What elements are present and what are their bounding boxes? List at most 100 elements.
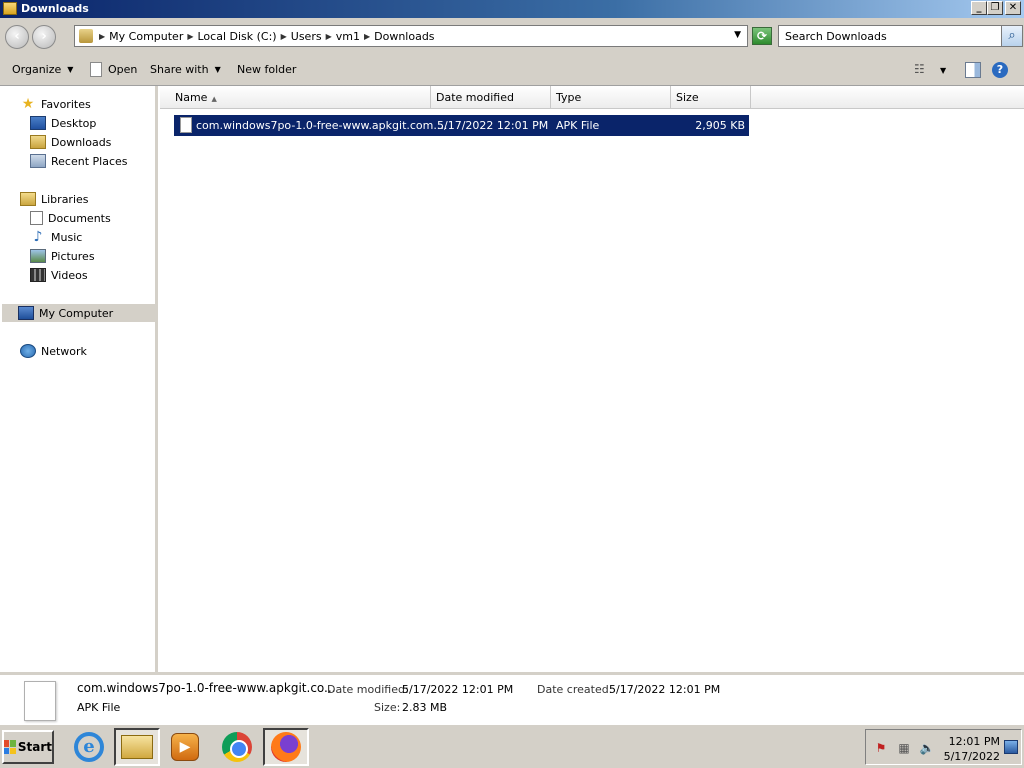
star-icon: ★ bbox=[21, 96, 35, 112]
view-caret-icon[interactable]: ▼ bbox=[940, 66, 956, 82]
action-center-flag-icon[interactable]: ⚑ bbox=[873, 741, 889, 755]
details-date-created-value: 5/17/2022 12:01 PM bbox=[609, 683, 721, 696]
nav-desktop-label: Desktop bbox=[51, 116, 97, 130]
column-header: Name ▲ Date modified Type Size bbox=[160, 86, 1024, 109]
nav-videos[interactable]: Videos bbox=[30, 266, 88, 284]
network-tray-icon[interactable]: ▦ bbox=[896, 741, 912, 755]
pictures-icon bbox=[30, 249, 46, 263]
nav-music-label: Music bbox=[51, 230, 83, 244]
back-button[interactable]: ‹ bbox=[5, 25, 29, 49]
start-button[interactable]: Start bbox=[2, 730, 54, 764]
navigation-pane: ★ Favorites Desktop Downloads Recent Pla… bbox=[0, 86, 158, 672]
breadcrumb-downloads[interactable]: Downloads bbox=[374, 30, 434, 43]
downloads-folder-icon bbox=[79, 29, 93, 43]
command-bar: Organize ▼ Open Share with ▼ New folder … bbox=[0, 54, 1024, 86]
search-icon[interactable]: ⌕ bbox=[1001, 25, 1023, 47]
nav-libraries[interactable]: Libraries bbox=[20, 190, 89, 208]
table-row[interactable]: com.windows7po-1.0-free-www.apkgit.com..… bbox=[174, 115, 749, 136]
minimize-button[interactable]: _ bbox=[971, 1, 987, 15]
breadcrumb: ▶ My Computer ▶ Local Disk (C:) ▶ Users … bbox=[99, 30, 435, 43]
windows-explorer-button[interactable] bbox=[114, 728, 160, 766]
column-type[interactable]: Type bbox=[551, 86, 671, 108]
firefox-button[interactable] bbox=[263, 728, 309, 766]
nav-desktop[interactable]: Desktop bbox=[30, 114, 96, 132]
address-dropdown-icon[interactable]: ▼ bbox=[734, 30, 741, 40]
column-size[interactable]: Size bbox=[671, 86, 751, 108]
nav-network[interactable]: Network bbox=[20, 342, 87, 360]
chevron-right-icon[interactable]: ▶ bbox=[281, 32, 287, 41]
show-desktop-icon[interactable] bbox=[1004, 740, 1018, 754]
nav-music[interactable]: ♪ Music bbox=[30, 228, 83, 246]
internet-explorer-icon: e bbox=[74, 732, 104, 762]
documents-icon bbox=[30, 211, 43, 225]
nav-downloads[interactable]: Downloads bbox=[30, 133, 111, 151]
details-size-value: 2.83 MB bbox=[402, 701, 448, 714]
file-type: APK File bbox=[556, 119, 600, 132]
volume-icon[interactable]: 🔈 bbox=[919, 741, 935, 755]
new-folder-button[interactable]: New folder bbox=[237, 63, 296, 76]
nav-pictures-label: Pictures bbox=[51, 249, 95, 263]
share-with-label: Share with bbox=[150, 63, 209, 76]
file-name: com.windows7po-1.0-free-www.apkgit.com..… bbox=[196, 119, 448, 132]
windows-explorer-icon bbox=[121, 735, 153, 759]
breadcrumb-local-disk[interactable]: Local Disk (C:) bbox=[198, 30, 277, 43]
column-name[interactable]: Name ▲ bbox=[170, 86, 431, 108]
desktop-icon bbox=[30, 116, 46, 130]
address-row: ‹ › ▶ My Computer ▶ Local Disk (C:) ▶ Us… bbox=[0, 18, 1024, 54]
file-list[interactable]: Name ▲ Date modified Type Size com.window… bbox=[160, 86, 1024, 672]
chevron-right-icon[interactable]: ▶ bbox=[364, 32, 370, 41]
nav-recent-places[interactable]: Recent Places bbox=[30, 152, 128, 170]
videos-icon bbox=[30, 268, 46, 282]
share-with-button[interactable]: Share with ▼ bbox=[150, 63, 221, 76]
organize-button[interactable]: Organize ▼ bbox=[12, 63, 73, 76]
network-icon bbox=[20, 344, 36, 358]
nav-my-computer[interactable]: My Computer bbox=[2, 304, 155, 322]
file-preview-icon bbox=[24, 681, 56, 721]
preview-pane-icon[interactable] bbox=[965, 62, 981, 78]
apk-file-icon bbox=[180, 117, 192, 133]
nav-network-label: Network bbox=[41, 344, 87, 358]
nav-favorites[interactable]: ★ Favorites bbox=[20, 95, 91, 113]
window-title: Downloads bbox=[21, 2, 89, 15]
sort-ascending-icon: ▲ bbox=[211, 95, 217, 103]
forward-button[interactable]: › bbox=[32, 25, 56, 49]
organize-label: Organize bbox=[12, 63, 62, 76]
details-date-modified-label: Date modified: bbox=[327, 683, 409, 696]
address-bar[interactable]: ▶ My Computer ▶ Local Disk (C:) ▶ Users … bbox=[74, 25, 748, 47]
nav-documents-label: Documents bbox=[48, 211, 111, 225]
chrome-icon bbox=[222, 732, 252, 762]
media-player-icon: ▶ bbox=[171, 733, 199, 761]
maximize-button[interactable]: ❐ bbox=[987, 1, 1003, 15]
windows-media-player-button[interactable]: ▶ bbox=[162, 728, 208, 766]
nav-downloads-label: Downloads bbox=[51, 135, 112, 149]
column-name-label: Name bbox=[175, 91, 208, 104]
nav-documents[interactable]: Documents bbox=[30, 209, 111, 227]
start-label: Start bbox=[17, 740, 52, 754]
open-button[interactable]: Open bbox=[90, 62, 137, 77]
breadcrumb-vm1[interactable]: vm1 bbox=[336, 30, 360, 43]
taskbar: Start e ▶ ⚑ ▦ 🔈 12:01 PM 5/17/2022 bbox=[0, 724, 1024, 768]
chrome-button[interactable] bbox=[214, 728, 260, 766]
help-icon[interactable]: ? bbox=[992, 62, 1008, 78]
view-options-icon[interactable]: ☷ bbox=[914, 62, 930, 78]
chevron-right-icon[interactable]: ▶ bbox=[99, 32, 105, 41]
nav-pictures[interactable]: Pictures bbox=[30, 247, 95, 265]
search-input[interactable]: Search Downloads bbox=[778, 25, 1002, 47]
recent-places-icon bbox=[30, 154, 46, 168]
breadcrumb-users[interactable]: Users bbox=[291, 30, 322, 43]
computer-icon bbox=[18, 306, 34, 320]
internet-explorer-button[interactable]: e bbox=[66, 728, 112, 766]
windows-logo-icon bbox=[4, 740, 16, 754]
chevron-right-icon[interactable]: ▶ bbox=[326, 32, 332, 41]
column-size-label: Size bbox=[676, 91, 699, 104]
close-button[interactable]: ✕ bbox=[1005, 1, 1021, 15]
chevron-right-icon[interactable]: ▶ bbox=[187, 32, 193, 41]
clock-time: 12:01 PM bbox=[948, 735, 1000, 748]
title-bar[interactable]: Downloads _ ❐ ✕ bbox=[0, 0, 1024, 18]
downloads-icon bbox=[30, 135, 46, 149]
clock[interactable]: 12:01 PM 5/17/2022 bbox=[942, 734, 1000, 764]
file-size: 2,905 KB bbox=[695, 119, 745, 132]
column-date-modified[interactable]: Date modified bbox=[431, 86, 551, 108]
refresh-button[interactable]: ⟳ bbox=[752, 27, 772, 45]
breadcrumb-my-computer[interactable]: My Computer bbox=[109, 30, 183, 43]
